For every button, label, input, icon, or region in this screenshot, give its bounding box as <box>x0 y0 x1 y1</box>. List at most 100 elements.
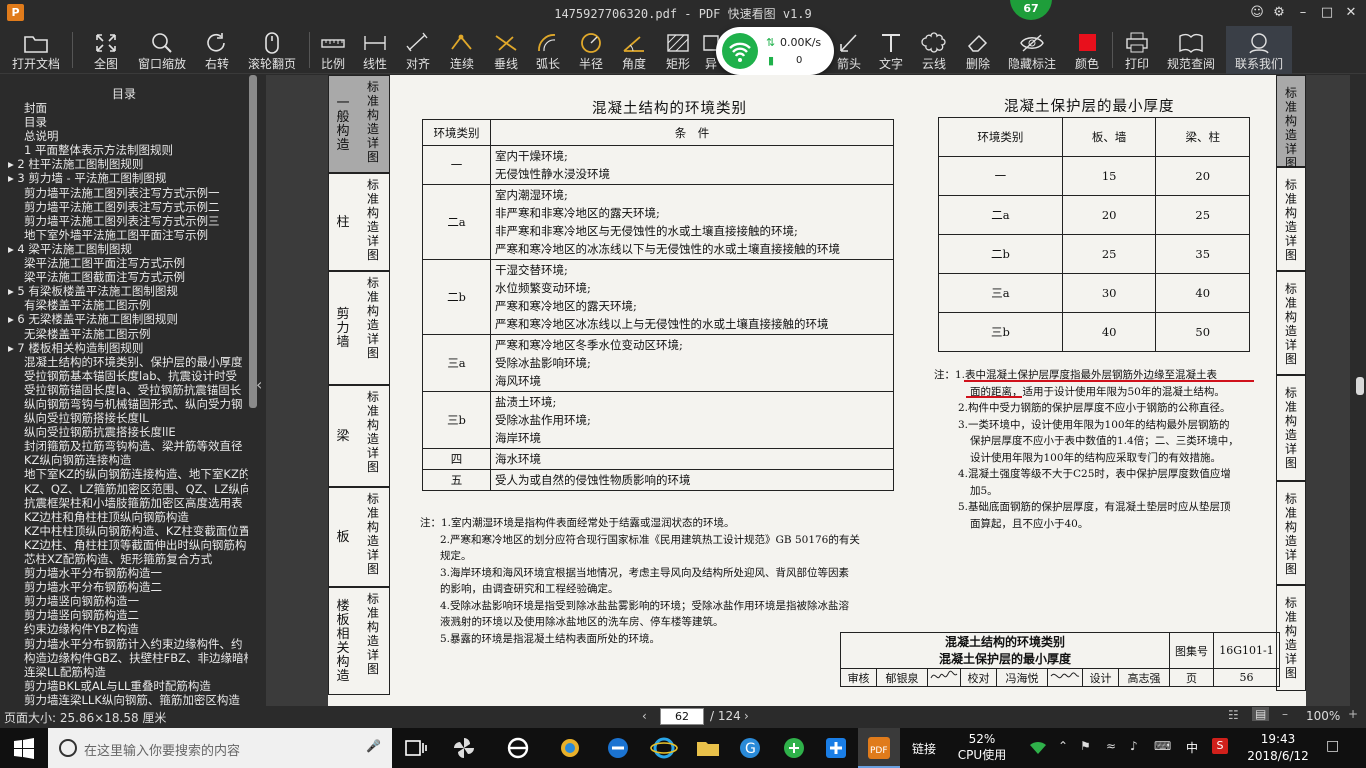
radius-button[interactable]: 半径 <box>574 26 608 74</box>
toc-item[interactable]: 芯柱XZ配筋构造、矩形箍筋复合方式 <box>0 552 248 566</box>
toc-item[interactable]: 混凝土结构的环境类别、保护层的最小厚度 <box>0 355 248 369</box>
rotate-right-button[interactable]: 右转 <box>198 26 236 74</box>
linear-button[interactable]: 线性 <box>358 26 392 74</box>
toc-item[interactable]: 纵向受拉钢筋搭接长度lL <box>0 411 248 425</box>
sogou-browser-icon[interactable]: G <box>736 734 764 762</box>
toc-item[interactable]: 剪力墙竖向钢筋构造二 <box>0 608 248 622</box>
toc-item[interactable]: 受拉钢筋基本锚固长度lab、抗震设计时受 <box>0 369 248 383</box>
network-tray-icon[interactable]: ≈ <box>1106 739 1116 753</box>
toc-item[interactable]: 约束边缘构件YBZ构造 <box>0 622 248 636</box>
toc-item[interactable]: 梁平法施工图截面注写方式示例 <box>0 270 248 284</box>
document-scrollbar[interactable] <box>1356 377 1364 395</box>
toc-item[interactable]: 封面 <box>0 101 248 115</box>
section-tab-4[interactable]: 板 标准构造详图 <box>328 487 390 587</box>
toc-item[interactable]: KZ边柱和角柱柱顶纵向钢筋构造 <box>0 510 248 524</box>
toc-item[interactable]: ▸ 5 有梁板楼盖平法施工图制图规 <box>0 284 248 298</box>
toc-item[interactable]: 地下室KZ的纵向钢筋连接构造、地下室KZ的 <box>0 467 248 481</box>
tray-expand-icon[interactable]: ⌃ <box>1058 739 1068 753</box>
align-button[interactable]: 对齐 <box>400 26 436 74</box>
sogou-ime-icon[interactable]: S <box>1212 738 1228 754</box>
contact-us-button[interactable]: 联系我们 <box>1226 26 1292 74</box>
page-number-input[interactable]: 62 <box>660 708 704 725</box>
toc-item[interactable]: KZ纵向钢筋连接构造 <box>0 453 248 467</box>
print-button[interactable]: 打印 <box>1118 26 1156 74</box>
toc-item[interactable]: 剪力墙竖向钢筋构造一 <box>0 594 248 608</box>
toc-item[interactable]: 受拉钢筋锚固长度la、受拉钢筋抗震锚固长 <box>0 383 248 397</box>
zoom-in-icon[interactable]: + <box>1348 707 1358 721</box>
angle-button[interactable]: 角度 <box>616 26 652 74</box>
pinwheel-app-icon[interactable] <box>450 734 478 762</box>
maximize-button[interactable]: □ <box>1316 3 1338 23</box>
color-button[interactable]: 颜色 <box>1068 26 1106 74</box>
two-page-view-icon[interactable]: ☷ <box>1228 708 1239 722</box>
perpendicular-button[interactable]: 垂线 <box>488 26 524 74</box>
toc-item[interactable]: 封闭箍筋及拉筋弯钩构造、梁并筋等效直径 <box>0 439 248 453</box>
delete-button[interactable]: 删除 <box>960 26 996 74</box>
section-tab-0[interactable]: 一般构造 标准构造详图 <box>328 75 390 173</box>
section-tab-2[interactable]: 剪力墙 标准构造详图 <box>328 271 390 385</box>
toc-item[interactable]: 目录 <box>0 115 248 129</box>
toc-item[interactable]: KZ、QZ、LZ箍筋加密区范围、QZ、LZ纵向钢 <box>0 482 248 496</box>
internet-explorer-icon[interactable] <box>650 734 678 762</box>
red-underline-annotation[interactable] <box>964 380 1254 382</box>
toc-item[interactable]: 有梁楼盖平法施工图示例 <box>0 298 248 312</box>
notification-icon[interactable]: □ <box>1326 738 1339 754</box>
toc-item[interactable]: 剪力墙水平分布钢筋构造二 <box>0 580 248 594</box>
zoom-level[interactable]: 100% <box>1306 709 1340 723</box>
toc-item[interactable]: ▸ 2 柱平法施工图制图规则 <box>0 157 248 171</box>
toc-item[interactable]: 连梁LL配筋构造 <box>0 665 248 679</box>
toc-item[interactable]: 总说明 <box>0 129 248 143</box>
arrow-button[interactable]: 箭头 <box>832 26 866 74</box>
toc-item[interactable]: 构造边缘构件GBZ、扶壁柱FBZ、非边缘暗柱 <box>0 651 248 665</box>
toc-item[interactable]: 地下室外墙平法施工图平面注写示例 <box>0 228 248 242</box>
wifi-tray-icon[interactable] <box>1028 740 1048 756</box>
red-underline-annotation[interactable] <box>966 396 1022 398</box>
taskbar-clock[interactable]: 19:43 2018/6/12 <box>1244 731 1312 765</box>
collapse-sidebar-icon[interactable]: ‹ <box>256 375 262 394</box>
right-section-tab-0[interactable]: 标准构造详图 <box>1276 75 1306 170</box>
windows-start-icon[interactable] <box>10 734 38 762</box>
ie-browser-icon[interactable] <box>504 734 532 762</box>
open-document-button[interactable]: 打开文档 <box>6 26 66 74</box>
toc-item[interactable]: ▸ 4 梁平法施工图制图规 <box>0 242 248 256</box>
minimize-button[interactable]: – <box>1292 3 1314 23</box>
text-button[interactable]: 文字 <box>874 26 908 74</box>
next-page-button[interactable]: › <box>744 709 749 723</box>
toc-item[interactable]: 剪力墙平法施工图列表注写方式示例二 <box>0 200 248 214</box>
edge-browser-icon[interactable] <box>604 734 632 762</box>
keyboard-icon[interactable]: ⌨ <box>1154 739 1171 753</box>
toc-item[interactable]: 剪力墙BKL或AL与LL重叠时配筋构造 <box>0 679 248 693</box>
prev-page-button[interactable]: ‹ <box>642 709 647 723</box>
toc-item[interactable]: 剪力墙水平分布钢筋计入约束边缘构件、约 <box>0 637 248 651</box>
green-app-icon[interactable] <box>780 734 808 762</box>
scale-button[interactable]: 比例 <box>316 26 350 74</box>
arc-length-button[interactable]: 弧长 <box>530 26 566 74</box>
toc-item[interactable]: 剪力墙平法施工图列表注写方式示例一 <box>0 186 248 200</box>
right-section-tab-4[interactable]: 标准构造详图 <box>1276 481 1306 585</box>
single-page-view-icon[interactable]: ▤ <box>1252 707 1270 721</box>
close-button[interactable]: ✕ <box>1340 3 1362 23</box>
section-tab-5[interactable]: 楼板相关构造 标准构造详图 <box>328 587 390 695</box>
network-speed-widget[interactable]: ⇅ 0.00K/s ▮ 0 <box>716 27 834 75</box>
toc-item[interactable]: 纵向钢筋弯钩与机械锚固形式、纵向受力钢 <box>0 397 248 411</box>
continuous-button[interactable]: 连续 <box>444 26 480 74</box>
window-zoom-button[interactable]: 窗口缩放 <box>134 26 190 74</box>
cross-app-icon[interactable] <box>822 734 850 762</box>
cpu-usage[interactable]: 52% CPU使用 <box>956 731 1008 763</box>
toc-item[interactable]: 无梁楼盖平法施工图示例 <box>0 327 248 341</box>
section-tab-1[interactable]: 柱 标准构造详图 <box>328 173 390 271</box>
toc-item[interactable]: 梁平法施工图平面注写方式示例 <box>0 256 248 270</box>
toc-item[interactable]: 抗震框架柱和小墙肢箍筋加密区高度选用表 <box>0 496 248 510</box>
toc-item[interactable]: KZ中柱柱顶纵向钢筋构造、KZ柱变截面位置 <box>0 524 248 538</box>
standards-lookup-button[interactable]: 规范查阅 <box>1162 26 1220 74</box>
right-section-tab-5[interactable]: 标准构造详图 <box>1276 585 1306 691</box>
right-section-tab-1[interactable]: 标准构造详图 <box>1276 167 1306 271</box>
rectangle-button[interactable]: 矩形 <box>660 26 696 74</box>
toc-item[interactable]: ▸ 3 剪力墙 - 平法施工图制图规 <box>0 171 248 185</box>
people-tray-icon[interactable]: ⚑ <box>1080 739 1091 753</box>
toc-item[interactable]: 剪力墙连梁LLK纵向钢筋、箍筋加密区构造 <box>0 693 248 706</box>
section-tab-3[interactable]: 梁 标准构造详图 <box>328 385 390 487</box>
cloud-line-button[interactable]: 云线 <box>916 26 952 74</box>
toc-item[interactable]: 1 平面整体表示方法制图规则 <box>0 143 248 157</box>
zoom-out-icon[interactable]: – <box>1282 707 1288 721</box>
